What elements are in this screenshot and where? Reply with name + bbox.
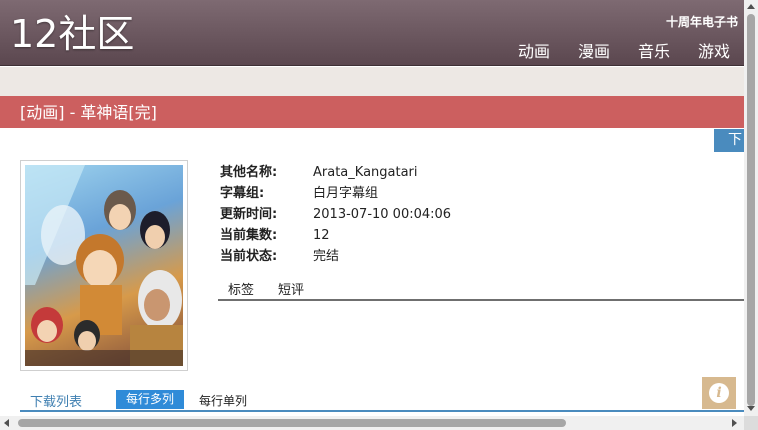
download-list-title: 下载列表	[30, 395, 83, 410]
detail-row-fansub: 字幕组: 白月字幕组	[220, 183, 451, 204]
nav-item-anime[interactable]: 动画	[518, 38, 550, 62]
site-logo[interactable]: 12社区	[10, 12, 134, 56]
poster-image	[25, 165, 183, 366]
poster-frame	[20, 160, 188, 371]
detail-value: 完结	[313, 249, 340, 264]
detail-value: Arata_Kangatari	[313, 165, 418, 180]
tagline-link[interactable]: 十周年电子书	[666, 13, 738, 30]
detail-label: 当前状态:	[220, 249, 278, 264]
detail-value: 2013-07-10 00:04:06	[313, 207, 452, 222]
horizontal-scroll-thumb[interactable]	[18, 419, 566, 427]
nav-item-manga[interactable]: 漫画	[578, 38, 610, 62]
single-column-button[interactable]: 每行单列	[199, 392, 247, 409]
tab-tags[interactable]: 标签	[228, 282, 254, 299]
poster-illustration	[25, 165, 183, 366]
detail-label: 其他名称:	[220, 165, 278, 180]
scroll-left-icon[interactable]	[4, 419, 9, 427]
detail-value: 白月字幕组	[313, 186, 379, 201]
anime-details: 其他名称: Arata_Kangatari 字幕组: 白月字幕组 更新时间: 2…	[220, 162, 451, 267]
scroll-up-icon[interactable]	[747, 4, 755, 9]
site-header: 12社区 十周年电子书 动画 漫画 音乐 游戏	[0, 0, 744, 66]
page-title: [动画] - 革神语[完]	[0, 96, 744, 128]
info-button[interactable]: i	[702, 377, 736, 409]
detail-tabs: 标签 短评	[218, 282, 744, 301]
download-tab[interactable]: 下	[714, 129, 744, 152]
detail-label: 当前集数:	[220, 228, 278, 243]
sub-bar	[0, 67, 744, 96]
detail-row-alt-name: 其他名称: Arata_Kangatari	[220, 162, 451, 183]
horizontal-scrollbar[interactable]	[0, 416, 744, 430]
vertical-scrollbar[interactable]	[744, 0, 758, 416]
scroll-right-icon[interactable]	[732, 419, 737, 427]
multi-column-button[interactable]: 每行多列	[116, 390, 184, 409]
info-icon: i	[709, 383, 729, 403]
detail-label: 更新时间:	[220, 207, 278, 222]
detail-row-episodes: 当前集数: 12	[220, 225, 451, 246]
detail-value: 12	[313, 228, 330, 243]
detail-row-status: 当前状态: 完结	[220, 246, 451, 267]
detail-row-updated: 更新时间: 2013-07-10 00:04:06	[220, 204, 451, 225]
scrollbar-corner	[744, 416, 758, 430]
vertical-scroll-thumb[interactable]	[747, 14, 755, 406]
main-nav: 动画 漫画 音乐 游戏	[518, 38, 730, 62]
nav-item-games[interactable]: 游戏	[698, 38, 730, 62]
scroll-down-icon[interactable]	[747, 406, 755, 411]
tab-reviews[interactable]: 短评	[278, 282, 304, 299]
nav-item-music[interactable]: 音乐	[638, 38, 670, 62]
download-list-bar: 下载列表 每行多列 每行单列	[20, 389, 744, 412]
detail-label: 字幕组:	[220, 186, 265, 201]
